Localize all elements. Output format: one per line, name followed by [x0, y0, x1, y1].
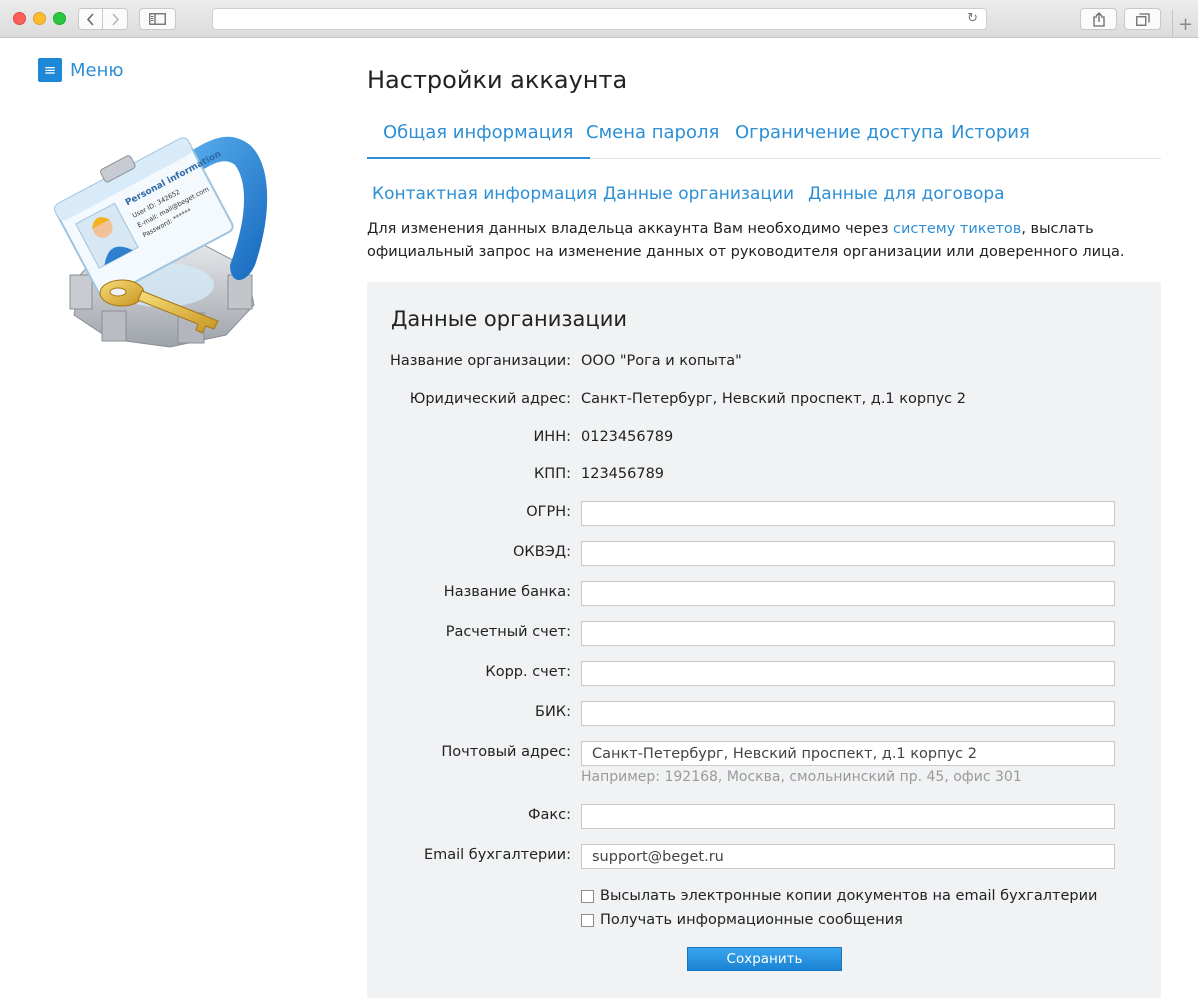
settlement-account-label: Расчетный счет: [445, 624, 571, 640]
menu-button[interactable]: ≡ Меню [38, 58, 124, 82]
fax-label: Факс: [528, 807, 571, 823]
forward-button[interactable] [103, 8, 128, 30]
inn-value: 0123456789 [581, 429, 674, 445]
bik-input[interactable] [581, 701, 1115, 726]
fax-input[interactable] [581, 804, 1115, 829]
zoom-window-button[interactable] [53, 12, 66, 25]
close-window-button[interactable] [13, 12, 26, 25]
info-messages-checkbox[interactable] [581, 913, 594, 927]
send-copies-option[interactable]: Высылать электронные копии документов на… [581, 888, 1097, 904]
organization-form-panel: Данные организации Название организации:… [367, 282, 1161, 998]
minimize-window-button[interactable] [33, 12, 46, 25]
postal-address-hint: Например: 192168, Москва, смольнинский п… [581, 769, 1022, 785]
address-bar[interactable]: ↻ [212, 8, 987, 30]
menu-label: Меню [70, 59, 124, 81]
owner-change-notice: Для изменения данных владельца аккаунта … [367, 218, 1157, 264]
corr-account-label: Корр. счет: [485, 664, 571, 680]
ogrn-label: ОГРН: [526, 504, 571, 520]
sidebar-toggle-button[interactable] [139, 8, 176, 30]
sidebar-icon [149, 13, 166, 25]
corr-account-input[interactable] [581, 661, 1115, 686]
back-button[interactable] [78, 8, 103, 30]
settlement-account-input[interactable] [581, 621, 1115, 646]
org-name-label: Название организации: [389, 353, 571, 369]
form-title: Данные организации [391, 307, 627, 331]
browser-toolbar: ↻ + [0, 0, 1198, 38]
share-icon [1092, 11, 1105, 27]
show-tabs-button[interactable] [1124, 8, 1161, 30]
plus-icon: + [1177, 13, 1194, 35]
kpp-value: 123456789 [581, 466, 665, 482]
tab-history[interactable]: История [951, 110, 1030, 159]
org-name-value: ООО "Рога и копыта" [581, 353, 742, 369]
chevron-right-icon [111, 12, 119, 26]
notice-text-before: Для изменения данных владельца аккаунта … [367, 221, 894, 237]
postal-address-label: Почтовый адрес: [441, 744, 571, 760]
tab-bar: Общая информация Смена пароля Ограничени… [367, 110, 1161, 159]
legal-address-value: Санкт-Петербург, Невский проспект, д.1 к… [581, 391, 966, 407]
tab-general-info[interactable]: Общая информация [367, 110, 590, 159]
subtab-contract-data[interactable]: Данные для договора [808, 184, 1005, 204]
bik-label: БИК: [535, 704, 571, 720]
hamburger-icon: ≡ [38, 58, 62, 82]
send-copies-checkbox[interactable] [581, 889, 594, 903]
send-copies-label: Высылать электронные копии документов на… [600, 888, 1098, 904]
bank-name-input[interactable] [581, 581, 1115, 606]
ogrn-input[interactable] [581, 501, 1115, 526]
legal-address-label: Юридический адрес: [409, 391, 571, 407]
accounting-email-label: Email бухгалтерии: [423, 847, 571, 863]
new-tab-button[interactable]: + [1172, 10, 1198, 38]
accounting-email-input[interactable] [581, 844, 1115, 869]
reload-icon[interactable]: ↻ [967, 11, 978, 26]
info-messages-label: Получать информационные сообщения [600, 912, 903, 928]
kpp-label: КПП: [534, 466, 571, 482]
subtab-contact-info[interactable]: Контактная информация [372, 184, 597, 204]
tabs-overview-icon [1135, 12, 1150, 26]
subtab-organization-data[interactable]: Данные организации [603, 184, 794, 204]
okved-input[interactable] [581, 541, 1115, 566]
postal-address-input[interactable] [581, 741, 1115, 766]
info-messages-option[interactable]: Получать информационные сообщения [581, 912, 903, 928]
bank-name-label: Название банка: [443, 584, 571, 600]
inn-label: ИНН: [533, 429, 571, 445]
save-button[interactable]: Сохранить [687, 947, 842, 971]
account-illustration: Personal information User ID: 342652 E-m… [54, 136, 268, 348]
tab-access-restriction[interactable]: Ограничение доступа [735, 110, 944, 159]
tab-change-password[interactable]: Смена пароля [586, 110, 719, 159]
chevron-left-icon [86, 12, 94, 26]
page-title: Настройки аккаунта [367, 66, 628, 94]
share-button[interactable] [1080, 8, 1117, 30]
ticket-system-link[interactable]: систему тикетов [893, 221, 1021, 237]
okved-label: ОКВЭД: [513, 544, 571, 560]
